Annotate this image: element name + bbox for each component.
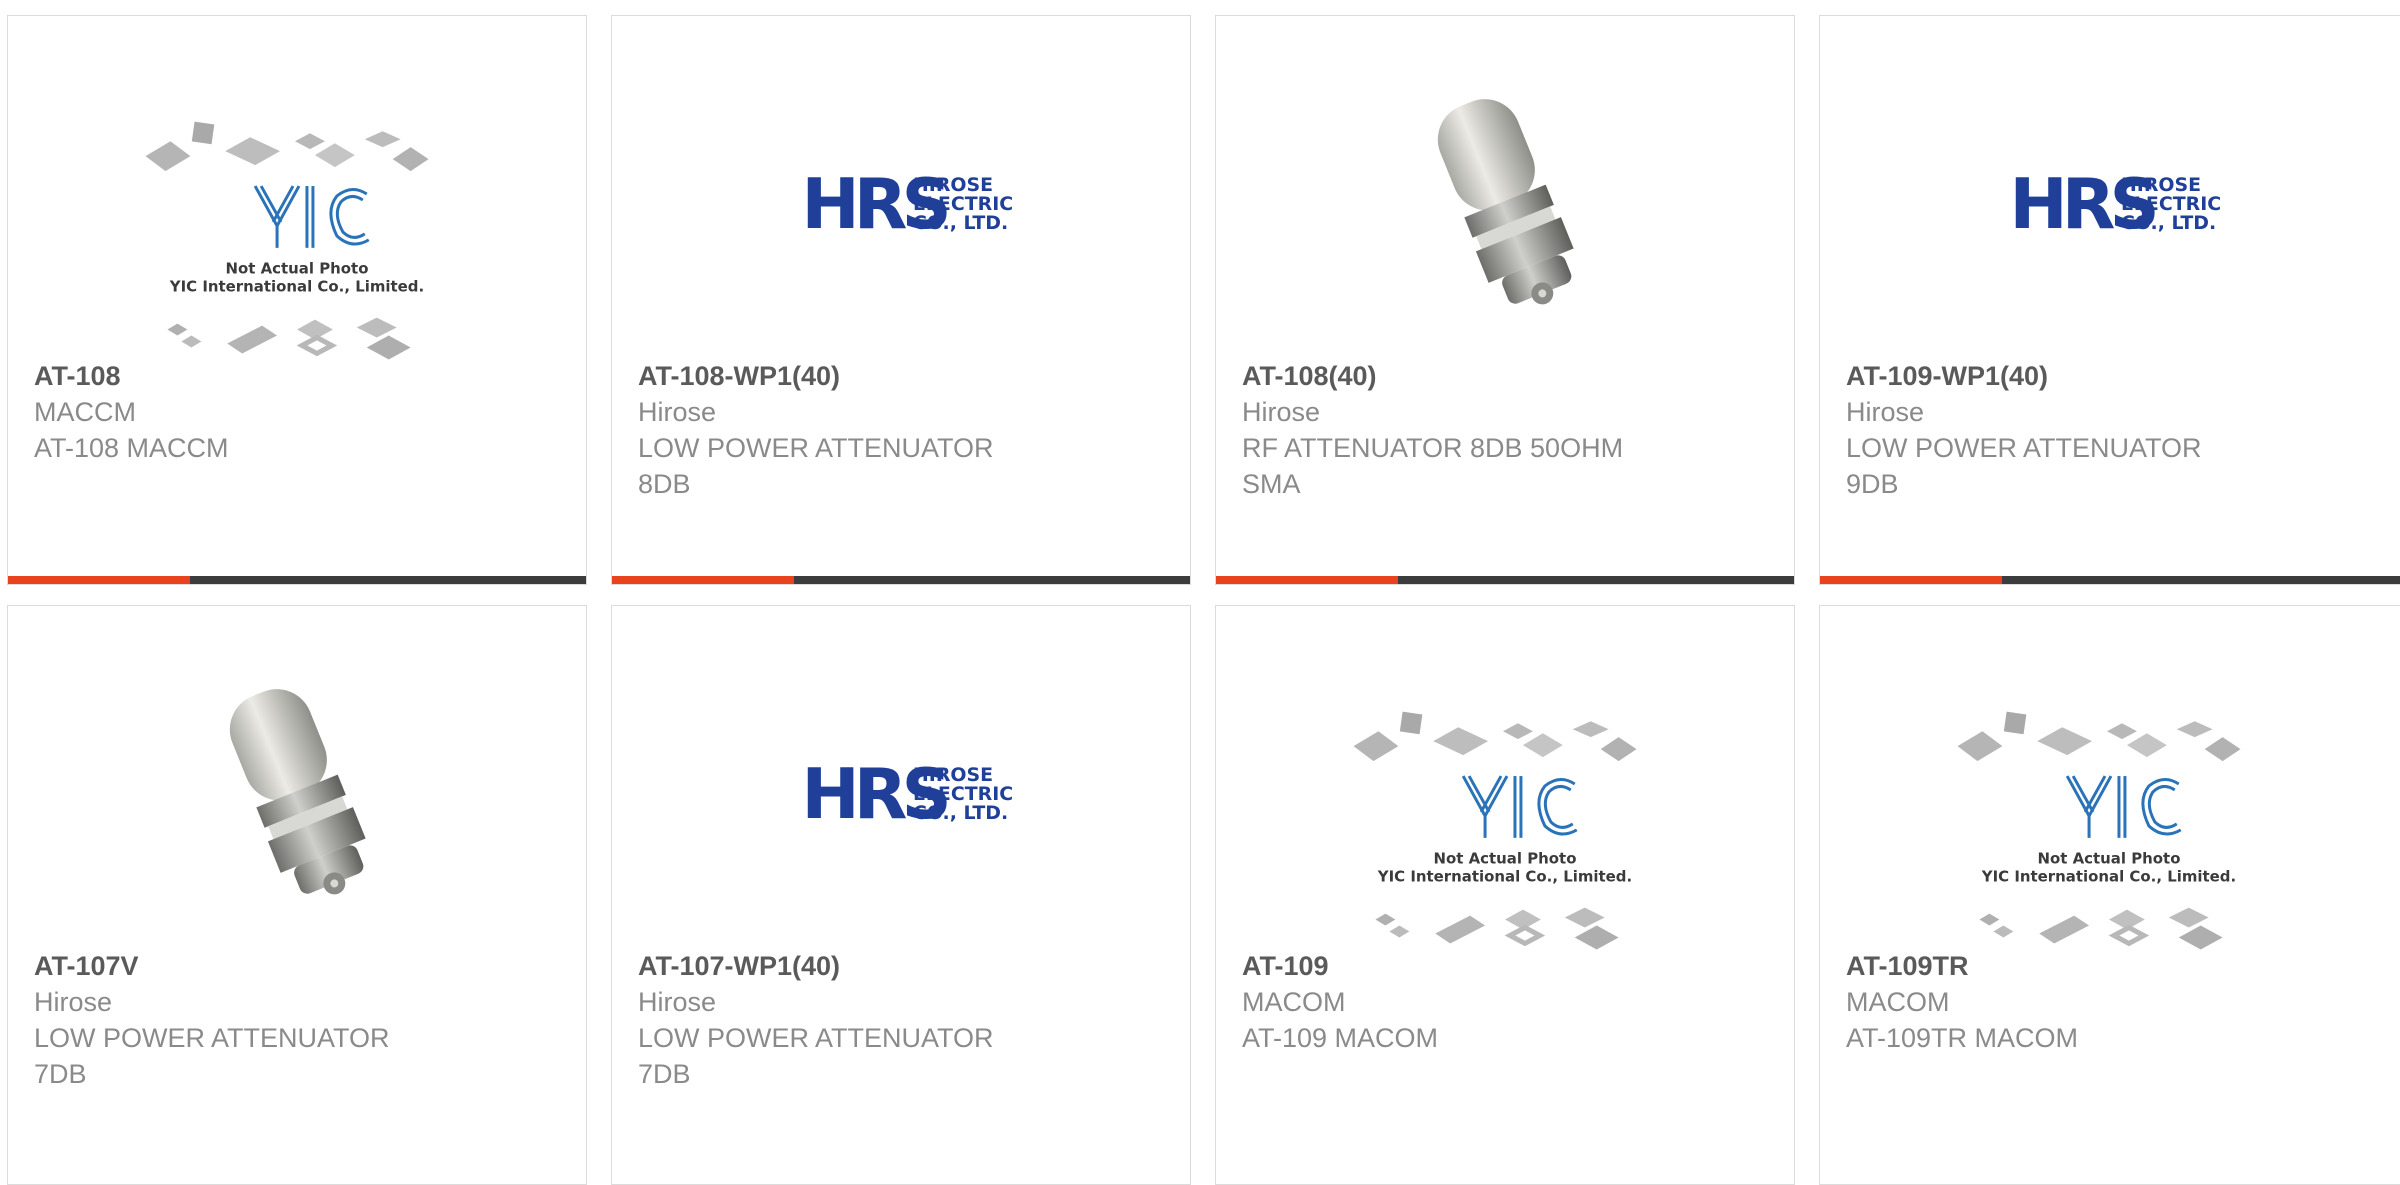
manufacturer: Hirose <box>638 987 717 1017</box>
description: AT-108 MACCM <box>34 433 229 463</box>
card-accent-bar <box>1820 576 2400 584</box>
product-card[interactable]: Not Actual Photo YIC International Co., … <box>7 15 587 585</box>
part-number-link[interactable]: AT-109 <box>1242 948 1774 984</box>
product-image: Not Actual Photo YIC International Co., … <box>1820 626 2398 956</box>
product-info: AT-108-WP1(40) Hirose LOW POWER ATTENUAT… <box>638 358 1170 502</box>
product-info: AT-107V Hirose LOW POWER ATTENUATOR 7DB <box>34 948 566 1092</box>
part-number-link[interactable]: AT-108-WP1(40) <box>638 358 1170 394</box>
description: AT-109 MACOM <box>1242 1023 1439 1053</box>
product-info: AT-108(40) Hirose RF ATTENUATOR 8DB 50OH… <box>1242 358 1774 502</box>
product-image: HRS HIROSE ELECTRIC CO., LTD. <box>612 36 1190 366</box>
description: LOW POWER ATTENUATOR 9DB <box>1846 433 2202 499</box>
manufacturer: MACOM <box>1846 987 1950 1017</box>
svg-text:YIC International Co., Limited: YIC International Co., Limited. <box>169 278 424 296</box>
product-image: Not Actual Photo YIC International Co., … <box>1216 626 1794 956</box>
description: AT-109TR MACOM <box>1846 1023 2079 1053</box>
product-card[interactable]: HRS HIROSE ELECTRIC CO., LTD. AT-107-WP1… <box>611 605 1191 1185</box>
product-card[interactable]: HRS HIROSE ELECTRIC CO., LTD. AT-109-WP1… <box>1819 15 2400 585</box>
hirose-logo: HRS HIROSE ELECTRIC CO., LTD. <box>801 164 1013 245</box>
svg-text:CO., LTD.: CO., LTD. <box>2121 212 2216 234</box>
product-image: HRS HIROSE ELECTRIC CO., LTD. <box>1820 36 2398 366</box>
product-info: AT-109TR MACOM AT-109TR MACOM <box>1846 948 2398 1056</box>
svg-text:Not Actual Photo: Not Actual Photo <box>226 260 369 278</box>
description: LOW POWER ATTENUATOR 8DB <box>638 433 994 499</box>
product-card[interactable]: Not Actual Photo YIC International Co., … <box>1819 605 2400 1185</box>
attenuator-photo <box>1437 99 1574 305</box>
part-number-link[interactable]: AT-107-WP1(40) <box>638 948 1170 984</box>
yic-logo-mark <box>253 185 370 248</box>
part-number-link[interactable]: AT-108 <box>34 358 566 394</box>
description: LOW POWER ATTENUATOR 7DB <box>34 1023 390 1089</box>
part-number-link[interactable]: AT-109TR <box>1846 948 2398 984</box>
yic-placeholder: Not Actual Photo YIC International Co., … <box>1353 711 1637 956</box>
part-number-link[interactable]: AT-109-WP1(40) <box>1846 358 2398 394</box>
product-image: HRS HIROSE ELECTRIC CO., LTD. <box>612 626 1190 956</box>
product-card[interactable]: AT-108(40) Hirose RF ATTENUATOR 8DB 50OH… <box>1215 15 1795 585</box>
product-info: AT-108 MACCM AT-108 MACCM <box>34 358 566 466</box>
svg-text:Not Actual Photo: Not Actual Photo <box>1434 850 1577 868</box>
attenuator-photo <box>229 689 366 895</box>
card-accent-bar <box>8 576 586 584</box>
yic-placeholder: Not Actual Photo YIC International Co., … <box>145 121 429 366</box>
product-card[interactable]: HRS HIROSE ELECTRIC CO., LTD. AT-108-WP1… <box>611 15 1191 585</box>
yic-logo-mark <box>2065 775 2182 838</box>
product-card[interactable]: AT-107V Hirose LOW POWER ATTENUATOR 7DB <box>7 605 587 1185</box>
yic-placeholder: Not Actual Photo YIC International Co., … <box>1957 711 2241 956</box>
svg-text:YIC International Co., Limited: YIC International Co., Limited. <box>1377 868 1632 886</box>
manufacturer: Hirose <box>34 987 113 1017</box>
svg-text:YIC International Co., Limited: YIC International Co., Limited. <box>1981 868 2236 886</box>
description: LOW POWER ATTENUATOR 7DB <box>638 1023 994 1089</box>
part-number-link[interactable]: AT-107V <box>34 948 566 984</box>
manufacturer: MACOM <box>1242 987 1346 1017</box>
product-image: Not Actual Photo YIC International Co., … <box>8 36 586 366</box>
hirose-logo: HRS HIROSE ELECTRIC CO., LTD. <box>2009 164 2221 245</box>
svg-text:Not Actual Photo: Not Actual Photo <box>2038 850 2181 868</box>
manufacturer: Hirose <box>1846 397 1925 427</box>
product-image <box>8 626 586 956</box>
description: RF ATTENUATOR 8DB 50OHM SMA <box>1242 433 1624 499</box>
product-info: AT-109 MACOM AT-109 MACOM <box>1242 948 1774 1056</box>
manufacturer: Hirose <box>1242 397 1321 427</box>
svg-text:CO., LTD.: CO., LTD. <box>913 212 1008 234</box>
card-accent-bar <box>612 576 1190 584</box>
product-info: AT-107-WP1(40) Hirose LOW POWER ATTENUAT… <box>638 948 1170 1092</box>
part-number-link[interactable]: AT-108(40) <box>1242 358 1774 394</box>
yic-logo-mark <box>1461 775 1578 838</box>
svg-text:CO., LTD.: CO., LTD. <box>913 802 1008 824</box>
card-accent-bar <box>1216 576 1794 584</box>
manufacturer: MACCM <box>34 397 136 427</box>
product-info: AT-109-WP1(40) Hirose LOW POWER ATTENUAT… <box>1846 358 2398 502</box>
product-card[interactable]: Not Actual Photo YIC International Co., … <box>1215 605 1795 1185</box>
manufacturer: Hirose <box>638 397 717 427</box>
product-image <box>1216 36 1794 366</box>
hirose-logo: HRS HIROSE ELECTRIC CO., LTD. <box>801 754 1013 835</box>
